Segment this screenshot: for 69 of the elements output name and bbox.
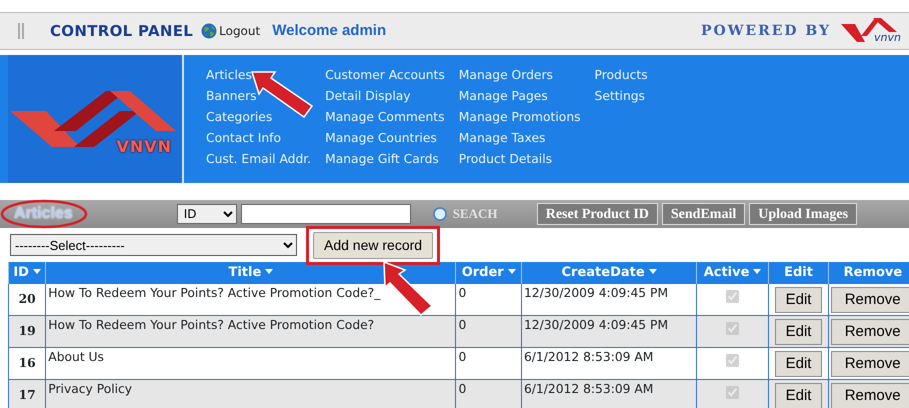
table-cell: 0 [456, 283, 522, 315]
menu-link[interactable]: Categories [206, 107, 312, 128]
menu-link[interactable]: Manage Orders [458, 65, 581, 86]
column-header: Remove [828, 262, 909, 283]
remove-button[interactable]: Remove [831, 286, 909, 313]
toolbar-button[interactable]: Upload Images [749, 203, 858, 225]
table-cell: 6/1/2012 8:53:09 AM [521, 347, 697, 379]
menu-link[interactable]: Customer Accounts [325, 65, 445, 86]
remove-button[interactable]: Remove [831, 382, 909, 408]
column-header[interactable]: Order [456, 262, 522, 283]
logout-link[interactable]: Logout [219, 22, 260, 40]
menu-link[interactable]: Contact Info [206, 128, 312, 149]
table-cell: 12/30/2009 4:09:45 PM [521, 283, 697, 315]
menu-link[interactable]: Cust. Email Addr. [206, 149, 312, 170]
column-header[interactable]: ID [8, 262, 46, 283]
menu-link[interactable]: Manage Promotions [458, 107, 581, 128]
edit-button[interactable]: Edit [774, 286, 822, 313]
sort-caret-icon[interactable] [265, 269, 274, 274]
menu-link[interactable]: Manage Pages [458, 86, 581, 107]
grip-handle[interactable] [18, 23, 24, 39]
filter-dropdown[interactable]: ID [176, 204, 237, 224]
column-header[interactable]: CreateDate [521, 262, 697, 283]
sort-caret-icon[interactable] [648, 269, 657, 274]
table-cell: 0 [456, 315, 522, 347]
table-cell: 19 [8, 315, 46, 347]
menu-link[interactable]: Manage Comments [325, 107, 445, 128]
edit-button[interactable]: Edit [774, 318, 822, 345]
column-header[interactable]: Active [696, 262, 768, 283]
section-title: Articles [14, 206, 73, 222]
sort-caret-icon[interactable] [753, 269, 762, 274]
menu-link[interactable]: Settings [594, 86, 648, 107]
table-cell: How To Redeem Your Points? Active Promotion Code? [46, 315, 456, 347]
menu-link[interactable]: Detail Display [325, 86, 445, 107]
table-cell: 20 [8, 283, 46, 315]
menu-link[interactable]: Manage Gift Cards [325, 149, 445, 170]
table-cell: 12/30/2009 4:09:45 PM [521, 315, 697, 347]
action-dropdown[interactable]: --------Select--------- [10, 234, 297, 256]
toolbar-button[interactable]: Reset Product ID [536, 203, 658, 225]
logo-text: VNVN [116, 136, 172, 158]
table-cell: 0 [456, 347, 522, 379]
menu-link[interactable]: Manage Taxes [458, 128, 581, 149]
menu-link[interactable]: Manage Countries [325, 128, 445, 149]
remove-button[interactable]: Remove [831, 318, 909, 345]
welcome-text: Welcome admin [272, 20, 386, 41]
table-cell: 16 [8, 347, 46, 379]
add-record-button[interactable]: Add new record [313, 232, 434, 258]
globe-icon[interactable] [201, 23, 218, 39]
toolbar-button[interactable]: SendEmail [662, 203, 746, 225]
column-header[interactable]: Title [46, 262, 456, 283]
search-icon[interactable] [432, 207, 447, 221]
menu-link[interactable]: Banners [206, 86, 312, 107]
remove-button[interactable]: Remove [831, 350, 909, 377]
table-cell: 17 [8, 379, 46, 408]
edit-button[interactable]: Edit [774, 350, 822, 377]
sort-caret-icon[interactable] [508, 269, 516, 274]
menu-link[interactable]: Products [594, 65, 648, 86]
edit-button[interactable]: Edit [774, 382, 822, 408]
app-title: CONTROL PANEL [50, 20, 194, 42]
menu-link[interactable]: Product Details [458, 149, 581, 170]
table-cell: About Us [46, 347, 456, 379]
table-cell: Privacy Policy [46, 379, 456, 408]
table-cell: 0 [456, 379, 522, 408]
table-cell: 6/1/2012 8:53:09 AM [521, 379, 697, 408]
search-field[interactable] [240, 204, 411, 224]
table-cell: How To Redeem Your Points? Active Promotion Code?_ [46, 283, 456, 315]
column-header: Edit [768, 262, 829, 283]
menu-link[interactable]: Articles [206, 65, 312, 86]
powered-by-text: POWERED BY [700, 22, 831, 40]
search-label[interactable]: SEACH [452, 204, 498, 224]
